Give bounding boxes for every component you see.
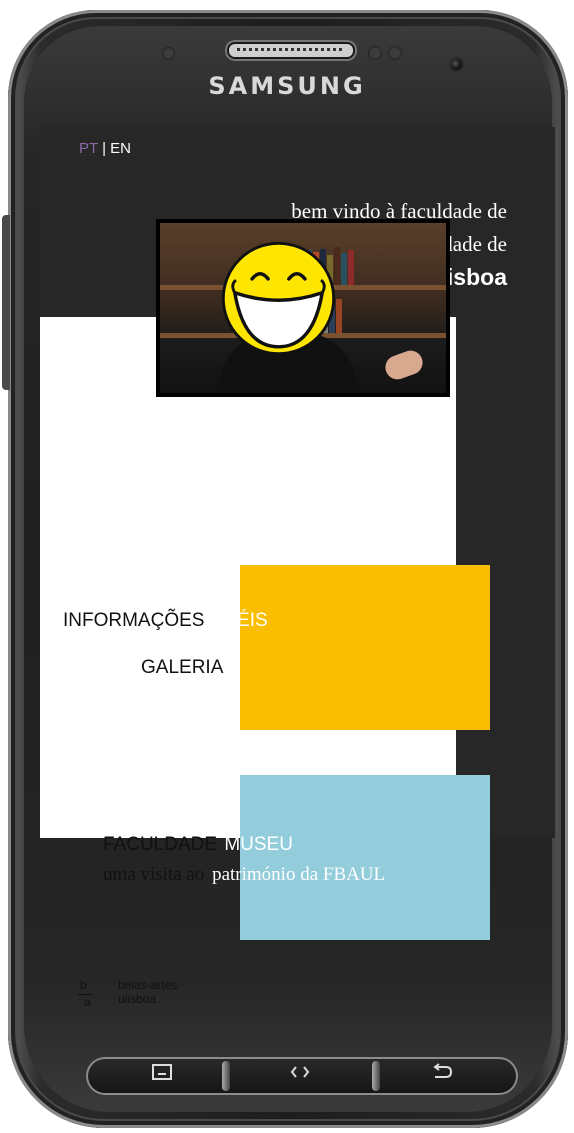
- light-sensor: [368, 46, 382, 60]
- menu-museu-label: MUSEU: [224, 834, 293, 855]
- belas-artes-logo[interactable]: b a belas-artes ulisboa: [78, 978, 198, 1014]
- home-key-icon[interactable]: [280, 1063, 320, 1089]
- menu-informacoes-uteis[interactable]: INFORMAÇÕES UTÉIS: [63, 610, 268, 632]
- earpiece-speaker: [227, 42, 355, 59]
- language-switcher: PT | EN: [79, 140, 131, 157]
- menu-galeria[interactable]: GALERIA: [141, 657, 223, 679]
- menu-uteis-label: UTÉIS: [211, 610, 268, 631]
- front-camera-icon: [451, 59, 462, 70]
- info-tile[interactable]: [240, 565, 490, 730]
- smiley-face-icon: [221, 241, 336, 356]
- logo-line-1: belas-artes: [118, 978, 178, 992]
- logo-b: b: [80, 978, 87, 992]
- logo-line-2: ulisboa: [118, 992, 157, 1006]
- back-key-icon[interactable]: [422, 1063, 462, 1089]
- menu-key-icon[interactable]: [142, 1063, 182, 1089]
- lang-en-link[interactable]: EN: [110, 140, 131, 157]
- video-thumbnail: [160, 223, 446, 393]
- video-hand: [382, 347, 426, 383]
- device-brand: SAMSUNG: [208, 72, 366, 100]
- menu-informacoes-label: INFORMAÇÕES: [63, 610, 205, 631]
- navbar-separator-right: [372, 1061, 380, 1091]
- logo-a: a: [84, 995, 91, 1009]
- menu-faculdade-label: FACULDADE: [103, 834, 218, 855]
- museum-tile[interactable]: [240, 775, 490, 940]
- menu-faculdade-museu[interactable]: FACULDADE MUSEU: [103, 834, 293, 856]
- hardware-navbar: [86, 1057, 518, 1095]
- volume-key: [2, 215, 10, 390]
- lang-separator: |: [97, 140, 111, 157]
- proximity-sensor: [162, 47, 175, 60]
- navbar-separator-left: [222, 1061, 230, 1091]
- light-sensor-2: [388, 46, 402, 60]
- visita-label: uma visita ao: [103, 864, 205, 885]
- video-player[interactable]: [156, 219, 450, 397]
- patrimonio-label: património da FBAUL: [212, 864, 386, 885]
- lang-pt-link[interactable]: PT: [79, 140, 98, 157]
- menu-visita-patrimonio[interactable]: uma visita ao património da FBAUL: [103, 864, 385, 886]
